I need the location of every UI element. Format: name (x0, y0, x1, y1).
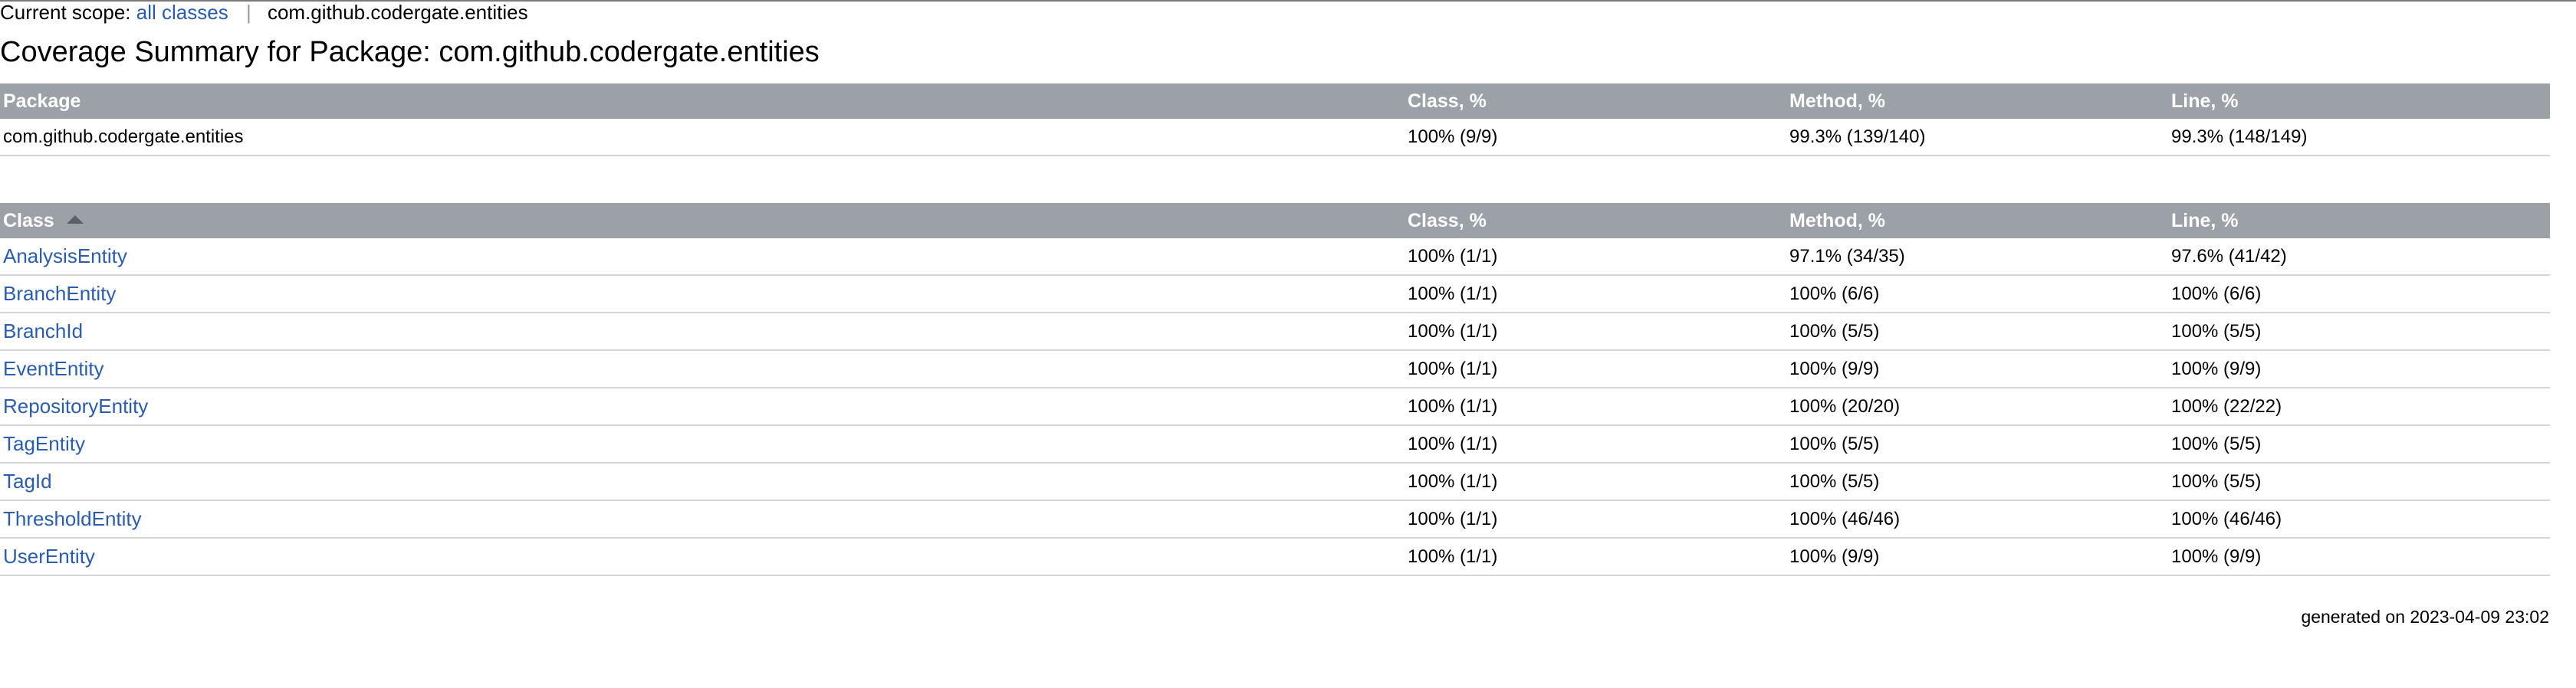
class-coverage: 100% (9/9) (1405, 119, 1786, 156)
generated-timestamp: generated on 2023-04-09 23:02 (2301, 607, 2549, 627)
class-coverage: 100% (1/1) (1405, 350, 1786, 388)
table-row: BranchEntity 100% (1/1) 100% (6/6) 100% … (0, 275, 2550, 313)
page-title: Coverage Summary for Package: com.github… (0, 36, 820, 68)
line-coverage: 100% (5/5) (2168, 463, 2550, 501)
line-coverage: 97.6% (41/42) (2168, 238, 2550, 276)
method-coverage: 100% (9/9) (1786, 350, 2168, 388)
table-row: AnalysisEntity 100% (1/1) 97.1% (34/35) … (0, 238, 2550, 276)
table-row: BranchId 100% (1/1) 100% (5/5) 100% (5/5… (0, 313, 2550, 351)
line-coverage: 100% (9/9) (2168, 350, 2550, 388)
table-row: com.github.codergate.entities 100% (9/9)… (0, 119, 2550, 156)
class-name-cell: UserEntity (0, 538, 1405, 576)
line-coverage: 100% (5/5) (2168, 313, 2550, 351)
class-name-cell: BranchEntity (0, 275, 1405, 313)
package-table-header: Package Class, % Method, % Line, % (0, 84, 2550, 119)
breadcrumb-label: Current scope: (0, 1, 131, 24)
breadcrumb-current: com.github.codergate.entities (267, 1, 528, 24)
class-name-cell: RepositoryEntity (0, 388, 1405, 426)
line-coverage: 100% (22/22) (2168, 388, 2550, 426)
table-row: TagEntity 100% (1/1) 100% (5/5) 100% (5/… (0, 425, 2550, 464)
line-percent-column-header[interactable]: Line, % (2168, 203, 2550, 238)
method-percent-column-header[interactable]: Method, % (1786, 84, 2168, 119)
class-coverage: 100% (1/1) (1405, 425, 1786, 464)
class-coverage: 100% (1/1) (1405, 275, 1786, 313)
sort-ascending-icon[interactable] (66, 215, 84, 224)
class-coverage: 100% (1/1) (1405, 313, 1786, 351)
class-link[interactable]: BranchId (3, 319, 83, 342)
method-coverage: 100% (20/20) (1786, 388, 2168, 426)
class-table-header: Class Class, % Method, % Line, % (0, 203, 2550, 238)
class-link[interactable]: BranchEntity (3, 282, 116, 305)
class-percent-column-header[interactable]: Class, % (1405, 84, 1786, 119)
class-coverage: 100% (1/1) (1405, 538, 1786, 576)
class-coverage: 100% (1/1) (1405, 388, 1786, 426)
class-link[interactable]: EventEntity (3, 357, 104, 380)
class-column-label: Class (3, 209, 54, 231)
breadcrumb: Current scope: all classes | com.github.… (0, 2, 528, 23)
method-coverage: 100% (9/9) (1786, 538, 2168, 576)
all-classes-link[interactable]: all classes (136, 1, 228, 24)
package-column-header[interactable]: Package (0, 84, 1405, 119)
table-row: TagId 100% (1/1) 100% (5/5) 100% (5/5) (0, 463, 2550, 501)
class-coverage: 100% (1/1) (1405, 500, 1786, 539)
breadcrumb-separator: | (245, 1, 251, 24)
method-coverage: 100% (5/5) (1786, 425, 2168, 464)
class-name-cell: AnalysisEntity (0, 238, 1405, 276)
table-row: UserEntity 100% (1/1) 100% (9/9) 100% (9… (0, 538, 2550, 576)
class-coverage-table: Class Class, % Method, % Line, % Analysi… (0, 203, 2550, 576)
method-coverage: 100% (5/5) (1786, 313, 2168, 351)
line-percent-column-header[interactable]: Line, % (2168, 84, 2550, 119)
class-name-cell: TagId (0, 463, 1405, 501)
class-name-cell: EventEntity (0, 350, 1405, 388)
table-row: RepositoryEntity 100% (1/1) 100% (20/20)… (0, 388, 2550, 426)
line-coverage: 99.3% (148/149) (2168, 119, 2550, 156)
class-column-header[interactable]: Class (0, 203, 1405, 238)
class-percent-column-header[interactable]: Class, % (1405, 203, 1786, 238)
class-link[interactable]: TagEntity (3, 432, 85, 455)
method-coverage: 100% (46/46) (1786, 500, 2168, 539)
line-coverage: 100% (5/5) (2168, 425, 2550, 464)
table-row: ThresholdEntity 100% (1/1) 100% (46/46) … (0, 500, 2550, 539)
class-link[interactable]: AnalysisEntity (3, 244, 127, 267)
table-row: EventEntity 100% (1/1) 100% (9/9) 100% (… (0, 350, 2550, 388)
class-name-cell: ThresholdEntity (0, 500, 1405, 539)
class-link[interactable]: TagId (3, 470, 52, 493)
line-coverage: 100% (6/6) (2168, 275, 2550, 313)
class-coverage: 100% (1/1) (1405, 463, 1786, 501)
class-name-cell: TagEntity (0, 425, 1405, 464)
method-coverage: 100% (5/5) (1786, 463, 2168, 501)
method-coverage: 100% (6/6) (1786, 275, 2168, 313)
method-coverage: 97.1% (34/35) (1786, 238, 2168, 276)
class-link[interactable]: ThresholdEntity (3, 507, 142, 530)
method-percent-column-header[interactable]: Method, % (1786, 203, 2168, 238)
line-coverage: 100% (46/46) (2168, 500, 2550, 539)
line-coverage: 100% (9/9) (2168, 538, 2550, 576)
class-name-cell: BranchId (0, 313, 1405, 351)
class-link[interactable]: RepositoryEntity (3, 395, 148, 418)
class-coverage: 100% (1/1) (1405, 238, 1786, 276)
package-name: com.github.codergate.entities (0, 119, 1405, 156)
method-coverage: 99.3% (139/140) (1786, 119, 2168, 156)
package-coverage-table: Package Class, % Method, % Line, % com.g… (0, 84, 2550, 156)
class-link[interactable]: UserEntity (3, 545, 95, 568)
